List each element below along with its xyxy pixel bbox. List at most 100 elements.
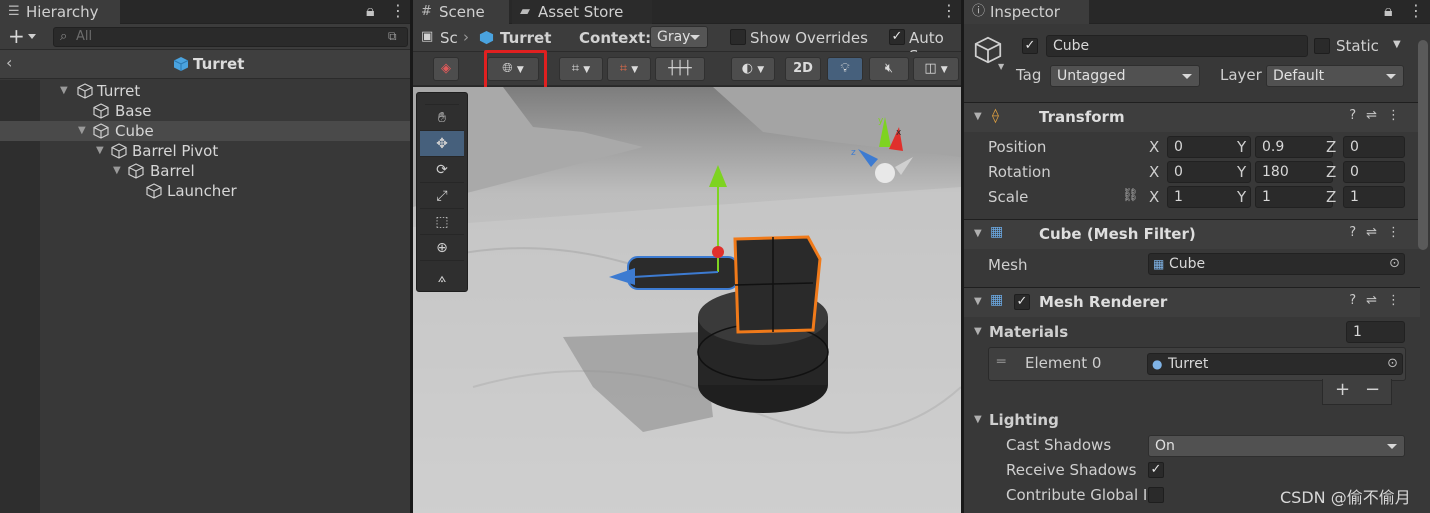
grid-snap-button[interactable]: ⌗ ▼ (559, 57, 603, 81)
auto-save-checkbox[interactable]: ✓ (889, 29, 905, 45)
prefab-breadcrumb-bar: ▣ Sc › Turret Context: Gray Show Overrid… (413, 24, 961, 65)
fold-open-icon[interactable]: ▼ (78, 121, 86, 141)
scale-z-field[interactable]: 1 (1343, 186, 1405, 208)
component-actions[interactable]: ?⇌⋮ (1349, 108, 1410, 123)
fold-open-icon[interactable]: ▼ (974, 326, 982, 337)
transform-tool-button[interactable]: ⊕ (420, 235, 464, 261)
lighting-toggle-button[interactable]: 💡︎ (827, 57, 863, 81)
back-chevron-icon[interactable]: ‹ (6, 53, 12, 72)
mesh-object-field[interactable]: ▦ Cube ⊙ (1148, 253, 1405, 275)
add-dropdown-arrow-icon[interactable] (28, 34, 36, 39)
component-actions[interactable]: ?⇌⋮ (1349, 225, 1410, 240)
scale-label: Scale (988, 188, 1029, 206)
contribute-gi-checkbox[interactable] (1148, 487, 1164, 503)
list-item[interactable]: Base (0, 101, 410, 121)
fold-open-icon[interactable]: ▼ (974, 111, 982, 122)
lock-icon[interactable]: 🔒︎ (366, 0, 375, 22)
element-label: Element 0 (1025, 354, 1102, 372)
scrollbar[interactable] (1418, 40, 1428, 250)
layer-dropdown[interactable]: Default (1266, 65, 1404, 87)
add-button[interactable]: + (8, 24, 25, 48)
custom-tool-button[interactable]: ⟑ (420, 265, 464, 291)
hierarchy-search-input[interactable]: ⌕ All ⧉ (53, 27, 408, 47)
tag-dropdown[interactable]: Untagged (1050, 65, 1200, 87)
effects-toggle-button[interactable]: ◫ ▼ (913, 57, 959, 81)
object-name-field[interactable]: Cube (1046, 35, 1308, 57)
rotation-y-field[interactable]: 180 (1255, 161, 1333, 183)
list-item[interactable]: ▼ Barrel Pivot (0, 141, 410, 161)
z-label: Z (1326, 163, 1337, 181)
fold-open-icon[interactable]: ▼ (60, 81, 68, 101)
active-checkbox[interactable]: ✓ (1022, 38, 1038, 54)
static-label: Static (1336, 37, 1379, 55)
tab-inspector[interactable]: ⓘ Inspector (964, 0, 1089, 24)
static-dropdown-icon[interactable]: ▼ (1393, 39, 1401, 50)
material-object-field[interactable]: ● Turret ⊙ (1147, 353, 1403, 375)
scene-tool-icon: ◈ (441, 61, 451, 76)
breadcrumb-scene[interactable]: Sc (440, 29, 458, 47)
position-z-field[interactable]: 0 (1343, 136, 1405, 158)
search-icon: ⌕ (60, 29, 68, 44)
kebab-menu-icon[interactable]: ⋮ (1408, 0, 1424, 22)
fold-open-icon[interactable]: ▼ (974, 414, 982, 425)
lock-icon[interactable]: 🔒︎ (1384, 0, 1393, 22)
help-icon: ? (1349, 108, 1367, 123)
position-y-field[interactable]: 0.9 (1255, 136, 1333, 158)
drag-handle-icon[interactable]: ═ (997, 354, 1005, 370)
hand-tool-button[interactable]: ✋︎ (420, 105, 464, 131)
breadcrumb-prefab[interactable]: Turret (500, 29, 551, 47)
materials-label: Materials (989, 323, 1069, 341)
fold-open-icon[interactable]: ▼ (96, 141, 104, 161)
gizmo-toggle-button[interactable]: ◈ (433, 57, 459, 81)
ruler-button[interactable]: ┼┼┼ (655, 57, 705, 81)
context-dropdown[interactable]: Gray (650, 26, 708, 48)
scene-viewport[interactable]: x z y ✋︎ ✥ ⟳ ⤢ ⬚ ⊕ ⟑ (413, 87, 961, 513)
move-tool-button[interactable]: ✥ (420, 131, 464, 157)
remove-element-button[interactable]: − (1365, 379, 1380, 400)
incremental-snap-button[interactable]: ⌗ ▼ (607, 57, 651, 81)
scene-view-toolbar: ◈ 🌐︎ ▼ ⌗ ▼ ⌗ ▼ ┼┼┼ ◐ ▼ 2D 💡︎ 🔇︎ ◫ ▼ (413, 50, 961, 94)
fold-open-icon[interactable]: ▼ (113, 161, 121, 181)
drag-handle[interactable] (425, 93, 459, 105)
shading-sphere-icon: ◐ (741, 61, 754, 76)
preset-icon: ⇌ (1366, 225, 1387, 240)
ruler-icon: ┼┼┼ (668, 61, 692, 76)
static-checkbox[interactable] (1314, 38, 1330, 54)
list-item[interactable]: ▼ Turret (0, 81, 410, 101)
draw-mode-button[interactable]: ◐ ▼ (731, 57, 775, 81)
rotate-tool-button[interactable]: ⟳ (420, 157, 464, 183)
mesh-filter-header[interactable]: ▼ ▦ Cube (Mesh Filter) ?⇌⋮ (964, 219, 1420, 249)
cast-shadows-dropdown[interactable]: On (1148, 435, 1405, 457)
list-item[interactable]: ▼ Barrel (0, 161, 410, 181)
scene-render[interactable]: x z y (413, 87, 961, 513)
add-element-button[interactable]: + (1335, 379, 1350, 400)
constrain-proportions-icon[interactable]: ⛓︎ (1122, 188, 1139, 203)
show-overrides-checkbox[interactable] (730, 29, 746, 45)
kebab-menu-icon[interactable]: ⋮ (941, 0, 957, 22)
tab-hierarchy[interactable]: ☰ Hierarchy (0, 0, 120, 24)
mesh-renderer-enabled-checkbox[interactable]: ✓ (1014, 294, 1030, 310)
component-actions[interactable]: ?⇌⋮ (1349, 293, 1410, 308)
kebab-menu-icon[interactable]: ⋮ (390, 0, 406, 22)
object-picker-icon[interactable]: ⊙ (1389, 254, 1400, 274)
tab-asset-store[interactable]: ▰ Asset Store (512, 0, 652, 24)
rect-tool-button[interactable]: ⬚ (420, 209, 464, 235)
materials-count-field[interactable]: 1 (1346, 321, 1405, 343)
tab-scene[interactable]: # Scene (413, 0, 509, 24)
list-item-selected[interactable]: ▼ Cube (0, 121, 410, 141)
toggle-2d-button[interactable]: 2D (785, 57, 821, 81)
fold-open-icon[interactable]: ▼ (974, 228, 982, 239)
fold-open-icon[interactable]: ▼ (974, 296, 982, 307)
search-filter-icon[interactable]: ⧉ (388, 29, 397, 44)
mesh-renderer-header[interactable]: ▼ ▦ ✓ Mesh Renderer ?⇌⋮ (964, 287, 1420, 317)
scale-y-field[interactable]: 1 (1255, 186, 1333, 208)
scale-tool-button[interactable]: ⤢ (420, 183, 464, 209)
icon-dropdown-arrow-icon[interactable]: ▼ (998, 62, 1004, 71)
audio-toggle-button[interactable]: 🔇︎ (869, 57, 909, 81)
rotation-z-field[interactable]: 0 (1343, 161, 1405, 183)
receive-shadows-checkbox[interactable]: ✓ (1148, 462, 1164, 478)
transform-header[interactable]: ▼ ⟠ Transform ?⇌⋮ (964, 102, 1420, 132)
object-picker-icon[interactable]: ⊙ (1387, 354, 1398, 374)
show-overrides-label: Show Overrides (750, 29, 868, 47)
list-item[interactable]: Launcher (0, 181, 410, 201)
